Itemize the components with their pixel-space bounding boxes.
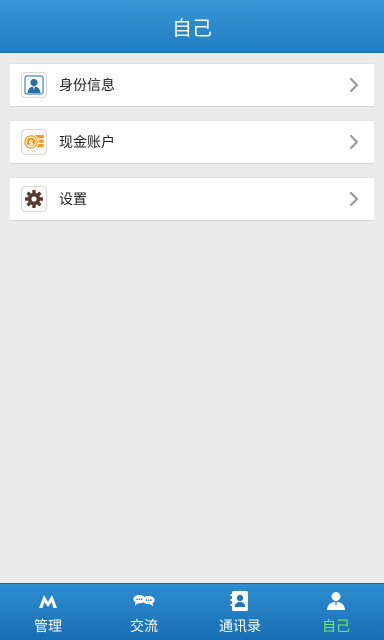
page-title: 自己 xyxy=(172,15,212,40)
gear-icon xyxy=(21,186,47,212)
tab-chat[interactable]: 交流 xyxy=(96,584,192,640)
tab-self[interactable]: 自己 xyxy=(288,584,384,640)
tab-label: 自己 xyxy=(322,619,350,635)
menu-item-settings[interactable]: 设置 xyxy=(10,177,374,221)
menu-item-label: 身份信息 xyxy=(59,78,115,94)
tab-contacts[interactable]: 通讯录 xyxy=(192,584,288,640)
contacts-book-icon xyxy=(228,590,252,612)
svg-text:$: $ xyxy=(28,138,34,147)
tab-manage[interactable]: 管理 xyxy=(0,584,96,640)
chevron-right-icon xyxy=(348,78,360,92)
menu-item-identity[interactable]: 身份信息 xyxy=(10,63,374,107)
app-screen: 自己 身份信息 $ 现金账户 设置 管理 交流 通讯录 自己 xyxy=(0,0,384,640)
person-icon xyxy=(324,590,348,612)
menu-item-cash-account[interactable]: $ 现金账户 xyxy=(10,120,374,164)
bottom-tab-bar: 管理 交流 通讯录 自己 xyxy=(0,583,384,640)
title-bar: 自己 xyxy=(0,0,384,53)
chat-bubbles-icon xyxy=(132,590,156,612)
tab-label: 交流 xyxy=(130,619,158,635)
chevron-right-icon xyxy=(348,192,360,206)
menu-item-label: 设置 xyxy=(59,192,87,208)
tab-label: 管理 xyxy=(34,619,62,635)
chevron-right-icon xyxy=(348,135,360,149)
identity-card-icon xyxy=(21,72,47,98)
cash-coins-icon: $ xyxy=(21,129,47,155)
menu-item-label: 现金账户 xyxy=(59,135,115,151)
tab-label: 通讯录 xyxy=(219,619,261,635)
manage-logo-icon xyxy=(36,590,60,612)
